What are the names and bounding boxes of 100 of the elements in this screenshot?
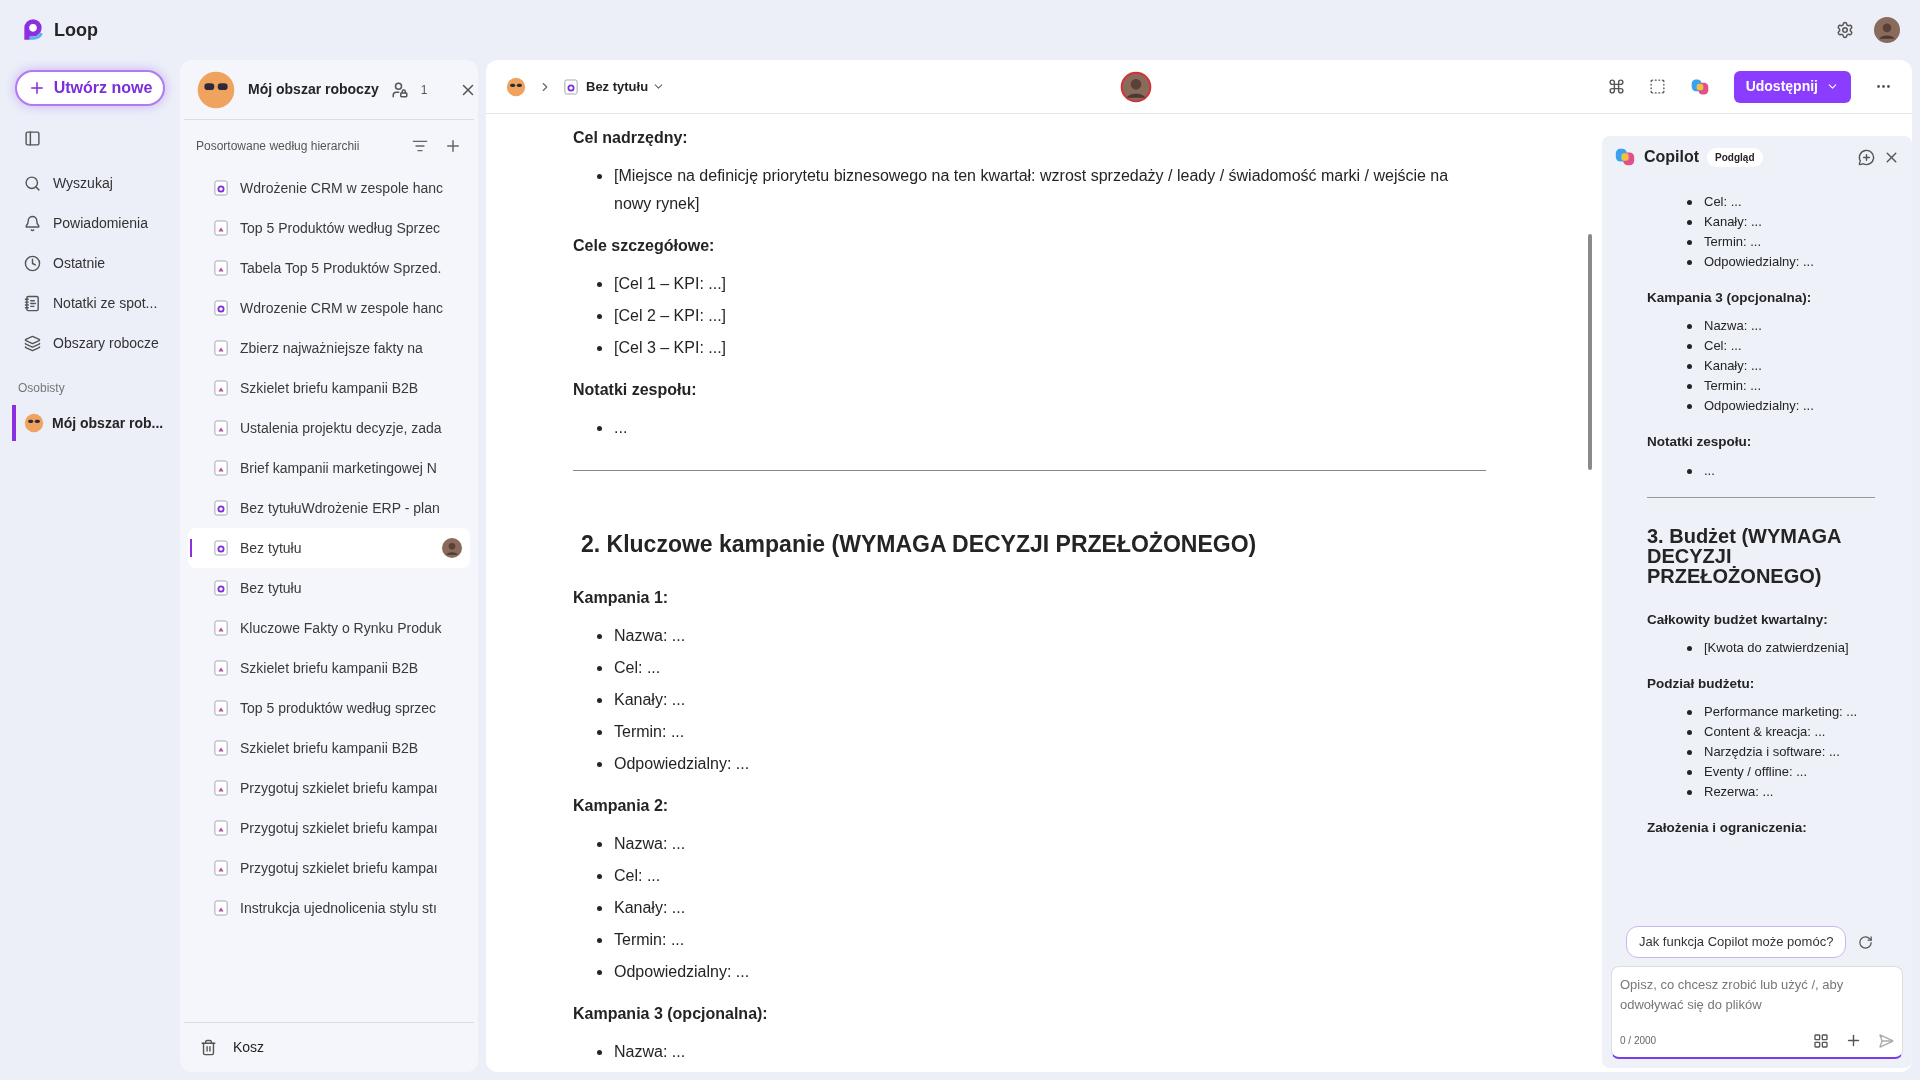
page-icon [214, 900, 228, 916]
nav-item[interactable]: Ostatnie [12, 243, 168, 283]
page-title-dropdown[interactable]: Bez tytułu [586, 76, 666, 97]
list-item: ... [1704, 461, 1715, 480]
section-label: Podział budżetu: [1647, 674, 1756, 693]
page-item[interactable]: Kluczowe Fakty o Rynku Produk [188, 608, 470, 648]
section-label: Notatki zespołu: [573, 380, 698, 400]
page-item[interactable]: Ustalenia projektu decyzje, zada [188, 408, 470, 448]
prompt-input[interactable]: Opisz, co chcesz zrobić lub użyć /, aby odwoływać się do plików [1620, 975, 1894, 1021]
bullet-icon [597, 426, 602, 431]
bullet-icon [1687, 344, 1692, 350]
list-item: Odpowiedzialny: ... [1704, 397, 1814, 416]
page-item[interactable]: Szkielet briefu kampanii B2B [188, 728, 470, 768]
bullet-icon [1687, 260, 1692, 265]
settings-icon[interactable] [1836, 21, 1854, 39]
page-icon [214, 420, 228, 436]
nav-item[interactable]: Notatki ze spot... [12, 283, 168, 323]
add-icon[interactable] [444, 137, 462, 155]
bullet-icon [1687, 200, 1692, 205]
bullet-icon [1687, 750, 1692, 755]
list-item: Nazwa: ... [1704, 317, 1762, 336]
create-new-button[interactable]: Utwórz nowe [15, 70, 165, 106]
page-item[interactable]: Top 5 produktów według sprzec [188, 688, 470, 728]
prompts-icon[interactable] [1813, 1032, 1829, 1049]
workspace-item[interactable]: Mój obszar rob... [12, 405, 168, 441]
copilot-title: Copilot [1644, 147, 1700, 167]
page-item[interactable]: Zbierz najważniejsze fakty na [188, 328, 470, 368]
section-label: Notatki zespołu: [1647, 433, 1753, 452]
components-icon[interactable] [1607, 78, 1625, 95]
bullet-icon [597, 937, 602, 943]
copilot-logo-icon[interactable] [1614, 146, 1636, 168]
bullet-icon [597, 314, 602, 319]
scrollbar[interactable] [1588, 234, 1592, 470]
trash-icon[interactable] [200, 1039, 217, 1056]
bullet-icon [1687, 790, 1692, 795]
page-item[interactable]: Bez tytułu [188, 568, 470, 608]
nav-item-icon [24, 214, 41, 232]
add-icon[interactable] [1845, 1032, 1862, 1049]
nav-item[interactable]: Powiadomienia [12, 203, 168, 243]
page-item[interactable]: Brief kampanii marketingowej N [188, 448, 470, 488]
refresh-icon[interactable] [1858, 934, 1874, 950]
list-item: Content & kreacja: ... [1704, 723, 1826, 741]
avatar-icon [506, 76, 526, 97]
preview-badge: Podgląd [1707, 147, 1763, 167]
user-avatar[interactable] [1120, 70, 1153, 103]
bullet-icon [597, 665, 602, 671]
bullet-icon [1687, 730, 1692, 735]
section-label: Kampania 3 (opcjonalna): [573, 1003, 769, 1024]
suggestion-chip[interactable]: Jak funkcja Copilot może pomóc? [1626, 926, 1847, 958]
filter-icon[interactable] [412, 138, 428, 154]
page-item[interactable]: Bez tytułu [188, 528, 470, 568]
collapse-sidebar-icon[interactable] [24, 130, 41, 147]
bullet-icon [597, 1049, 602, 1055]
page-item[interactable]: Szkielet briefu kampanii B2B [188, 368, 470, 408]
bullet-icon [597, 761, 602, 767]
page-icon [214, 460, 228, 476]
page-item[interactable]: Przygotuj szkielet briefu kampaı [188, 808, 470, 848]
loop-page-icon [564, 78, 578, 95]
section-label: Kampania 2: [573, 795, 670, 816]
prompt-field[interactable]: Opisz, co chcesz zrobić lub użyć /, aby odwoływać się do plików 0 / 2000 [1611, 966, 1903, 1059]
select-icon[interactable] [1648, 78, 1666, 95]
bullet-icon [597, 729, 602, 735]
bullet-icon [1687, 770, 1692, 775]
new-chat-icon[interactable] [1858, 148, 1875, 166]
section-title: Osobisty [18, 380, 66, 397]
page-item[interactable]: Wdrożenie CRM w zespole hanc [188, 168, 470, 208]
trash-link[interactable]: Kosz [233, 1037, 265, 1058]
page-icon [214, 380, 228, 396]
list-item: Cel: ... [614, 657, 661, 678]
nav-item-icon [24, 334, 41, 352]
user-avatar[interactable] [1874, 17, 1900, 43]
page-item[interactable]: Top 5 Produktów według Sprzec [188, 208, 470, 248]
bullet-icon [1687, 240, 1692, 245]
members-icon[interactable] [390, 80, 409, 99]
page-item[interactable]: Instrukcja ujednolicenia stylu stı [188, 888, 470, 928]
user-avatar[interactable] [442, 538, 462, 558]
loop-page-icon [214, 540, 228, 556]
nav-item[interactable]: Obszary robocze [12, 323, 168, 363]
list-item: Odpowiedzialny: ... [1704, 253, 1814, 271]
bullet-icon [1687, 645, 1692, 651]
share-button[interactable]: Udostępnij [1733, 70, 1851, 103]
list-item: Odpowiedzialny: ... [614, 753, 750, 774]
page-icon [214, 700, 228, 716]
page-item[interactable]: Przygotuj szkielet briefu kampaı [188, 768, 470, 808]
bullet-icon [1687, 710, 1692, 715]
list-item: Performance marketing: ... [1704, 703, 1858, 721]
bullet-icon [597, 346, 602, 351]
page-item[interactable]: Szkielet briefu kampanii B2B [188, 648, 470, 688]
page-item[interactable]: Bez tytułuWdrożenie ERP - plan [188, 488, 470, 528]
bullet-icon [597, 633, 602, 639]
section-label: Cel nadrzędny: [573, 128, 689, 148]
nav-item[interactable]: Wyszukaj [12, 163, 168, 203]
page-item[interactable]: Wdrozenie CRM w zespole hanc [188, 288, 470, 328]
page-item[interactable]: Tabela Top 5 Produktów Sprzed. [188, 248, 470, 288]
loop-page-icon [214, 300, 228, 316]
list-item: Cel: ... [614, 865, 661, 886]
list-item: Kanały: ... [1704, 357, 1762, 376]
list-item: Nazwa: ... [614, 833, 686, 854]
page-item[interactable]: Przygotuj szkielet briefu kampaı [188, 848, 470, 888]
page-icon [214, 620, 228, 636]
